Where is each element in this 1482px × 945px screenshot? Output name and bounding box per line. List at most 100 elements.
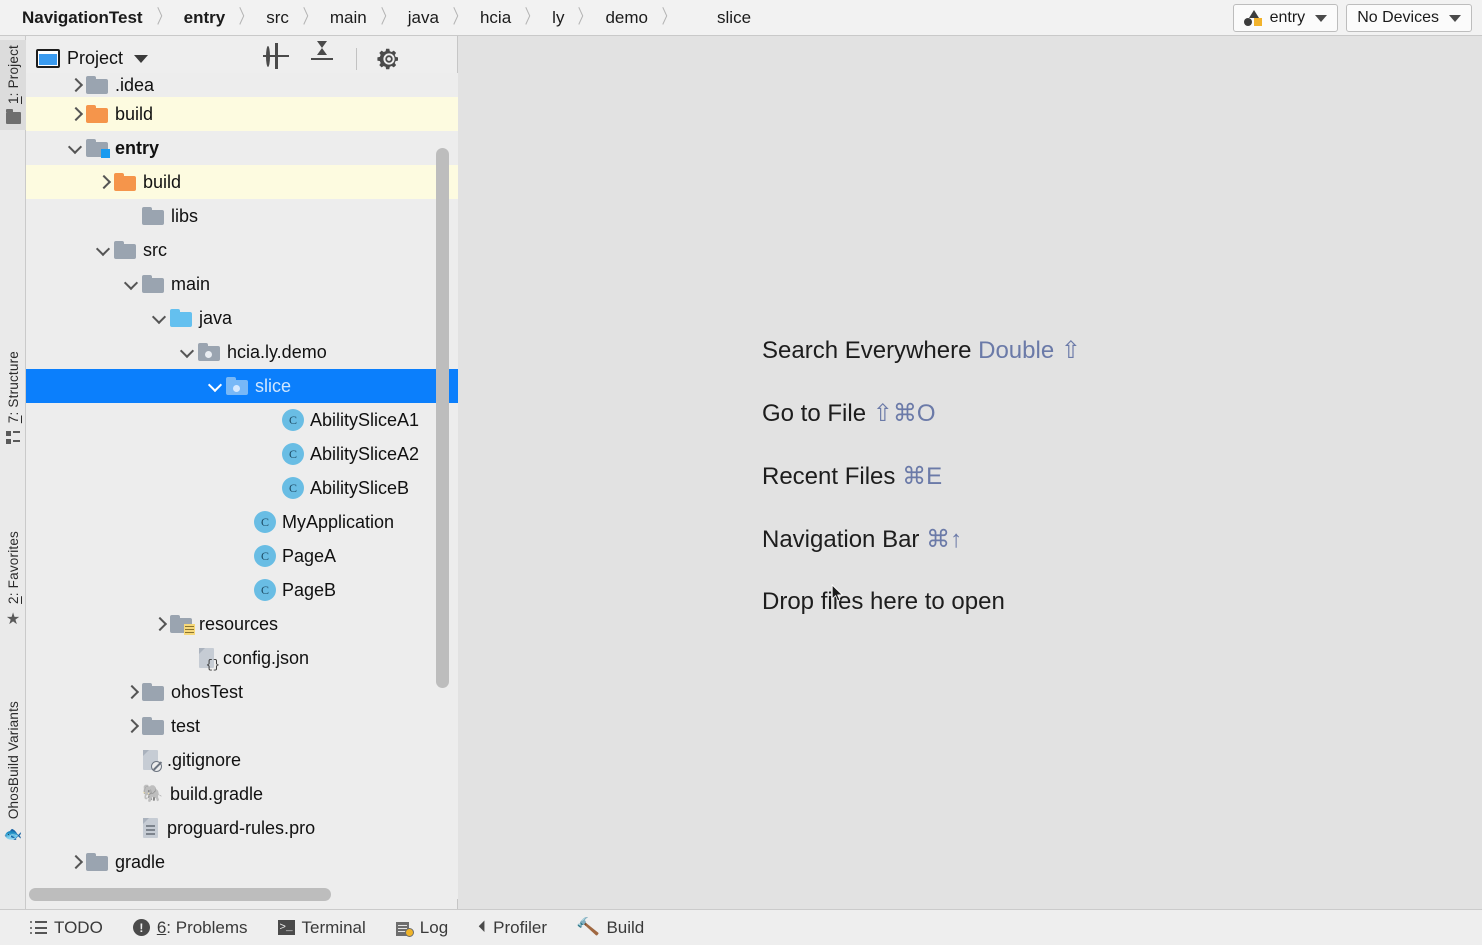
status-item-problems[interactable]: ! 6: Problems [132, 917, 248, 938]
tree-row[interactable]: resources [26, 607, 458, 641]
breadcrumb-item[interactable]: NavigationTest [20, 8, 145, 28]
log-icon [395, 920, 414, 937]
tree-row[interactable]: C AbilitySliceB [26, 471, 458, 505]
breadcrumb-item[interactable]: entry [182, 8, 228, 28]
chevron-down-icon[interactable] [150, 309, 168, 327]
project-tree[interactable]: .idea build entry build libs src main java hcia.… [26, 73, 458, 899]
status-item-terminal[interactable]: >_ Terminal [277, 918, 366, 938]
gear-icon[interactable] [377, 46, 403, 72]
problems-icon: ! [132, 919, 150, 936]
sidebar-item-ohosbuild-variants[interactable]: OhosBuild Variants 🐟 [0, 696, 26, 848]
java-class-icon: C [282, 409, 304, 431]
tree-row-label: AbilitySliceA2 [310, 443, 420, 464]
tree-row[interactable]: C MyApplication [26, 505, 458, 539]
tree-row[interactable]: {} config.json [26, 641, 458, 675]
tree-row[interactable]: ohosTest [26, 675, 458, 709]
editor-hint-shortcut: ⌘↑ [926, 526, 963, 553]
chevron-right-icon[interactable] [66, 853, 84, 871]
status-item-todo[interactable]: TODO [30, 918, 103, 938]
breadcrumb-item[interactable]: java [406, 8, 441, 28]
editor-hint-action: Go to File [762, 400, 867, 427]
chevron-down-icon[interactable] [66, 139, 84, 157]
tree-row[interactable]: gradle [26, 845, 458, 879]
tree-row[interactable]: build [26, 97, 458, 131]
project-tool-window: Project .idea build entry build libs src main j… [26, 36, 458, 909]
gear-glyph [377, 48, 398, 69]
breadcrumb-separator-icon: 〉 [661, 7, 676, 28]
left-tool-strip: 1: Project 7: Structure 2: Favorites ★ O… [0, 36, 26, 909]
breadcrumb-item[interactable]: ly [550, 8, 566, 28]
breadcrumb-item[interactable]: src [264, 8, 291, 28]
breadcrumb-separator-icon: 〉 [578, 7, 592, 28]
chevron-down-icon[interactable] [122, 275, 140, 293]
locate-icon[interactable] [264, 45, 290, 72]
java-class-icon: C [254, 545, 276, 567]
status-item-build[interactable]: 🔨 Build [576, 916, 645, 939]
tree-row[interactable]: C AbilitySliceA1 [26, 403, 458, 437]
tree-row[interactable]: src [26, 233, 458, 267]
tree-row[interactable]: main [26, 267, 458, 301]
tree-row[interactable]: hcia.ly.demo [26, 335, 458, 369]
chevron-right-icon[interactable] [94, 173, 112, 191]
java-class-icon: C [254, 511, 276, 533]
breadcrumb-item[interactable]: main [328, 8, 369, 28]
chevron-right-icon[interactable] [122, 717, 140, 735]
tree-row[interactable]: proguard-rules.pro [26, 811, 458, 845]
tree-row[interactable]: java [26, 301, 458, 335]
chevron-down-icon[interactable] [178, 343, 196, 361]
editor-hint: Go to File ⇧⌘O [762, 399, 1081, 428]
tree-row[interactable]: C AbilitySliceA2 [26, 437, 458, 471]
tree-row[interactable]: test [26, 709, 458, 743]
run-configuration-selector[interactable]: entry [1232, 4, 1339, 32]
chevron-right-icon[interactable] [150, 615, 168, 633]
folder-icon [142, 683, 165, 701]
collapse-all-icon[interactable] [310, 40, 336, 72]
breadcrumb-separator-icon: 〉 [302, 7, 317, 28]
tree-horizontal-scrollbar[interactable] [29, 888, 331, 901]
chevron-right-icon[interactable] [66, 76, 84, 94]
status-item-log[interactable]: Log [395, 918, 448, 938]
editor-hint-shortcut: Double ⇧ [978, 337, 1081, 364]
tree-vertical-scrollbar[interactable] [436, 148, 449, 688]
device-selector[interactable]: No Devices [1346, 4, 1472, 32]
tree-row[interactable]: .idea [26, 73, 458, 97]
breadcrumb-item[interactable]: hcia [478, 8, 513, 28]
chevron-down-icon[interactable] [206, 377, 224, 395]
problems-count: 6 [156, 917, 167, 937]
editor-area[interactable]: Search Everywhere Double ⇧ Go to File ⇧⌘O… [459, 36, 1482, 909]
chevron-down-icon[interactable] [94, 241, 112, 259]
tree-row[interactable]: entry [26, 131, 458, 165]
chevron-down-icon [1449, 14, 1461, 22]
breadcrumb: NavigationTest 〉 entry 〉 src 〉 main 〉 java 〉 hcia 〉… [0, 0, 753, 35]
todo-icon [30, 921, 47, 935]
folder-icon [86, 76, 109, 94]
tree-row-label: resources [199, 613, 279, 634]
breadcrumb-item-current[interactable]: slice [715, 8, 753, 28]
tree-row[interactable]: libs [26, 199, 458, 233]
tree-row[interactable]: build [26, 165, 458, 199]
ide-window: NavigationTest 〉 entry 〉 src 〉 main 〉 java 〉 hcia 〉… [0, 0, 1482, 945]
breadcrumb-item[interactable]: demo [603, 8, 650, 28]
chevron-down-icon[interactable] [134, 54, 149, 63]
breadcrumb-separator-icon: 〉 [238, 7, 253, 28]
sidebar-item-project[interactable]: 1: Project [0, 40, 26, 131]
tree-row[interactable]: .gitignore [26, 743, 458, 777]
package-folder-icon [198, 343, 221, 361]
chevron-right-icon[interactable] [66, 105, 84, 123]
tree-row-label: slice [255, 375, 292, 396]
sidebar-item-structure[interactable]: 7: Structure [0, 346, 26, 450]
tree-row[interactable]: 🐘 build.gradle [26, 777, 458, 811]
project-icon [36, 49, 60, 68]
tree-row[interactable]: C PageA [26, 539, 458, 573]
tree-row[interactable]: C PageB [26, 573, 458, 607]
chevron-right-icon[interactable] [122, 683, 140, 701]
tree-row-selected[interactable]: slice [26, 369, 458, 403]
package-folder-icon [226, 377, 249, 395]
tree-row-label: AbilitySliceB [310, 477, 410, 498]
minimize-icon[interactable] [423, 46, 449, 72]
status-item-profiler[interactable]: ⏴ Profiler [478, 918, 547, 938]
resources-folder-icon [170, 615, 195, 635]
folder-icon [114, 241, 137, 259]
tree-row-label: PageA [282, 545, 337, 566]
sidebar-item-favorites[interactable]: 2: Favorites ★ [0, 526, 26, 634]
